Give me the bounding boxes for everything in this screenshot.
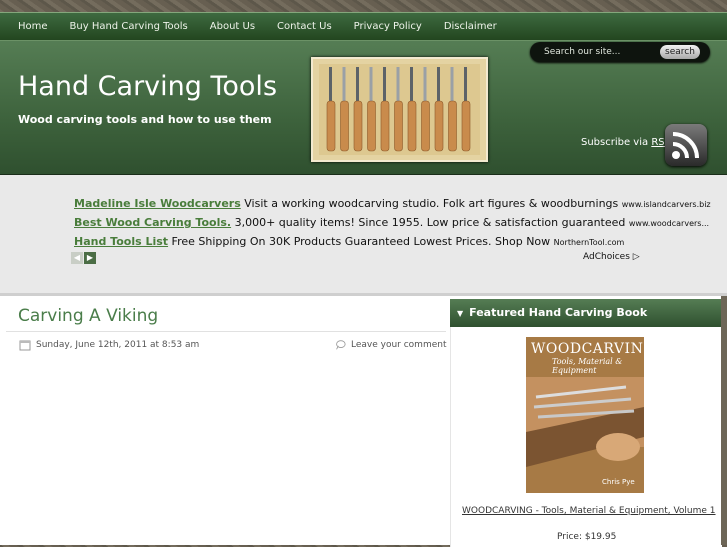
main-nav: Home Buy Hand Carving Tools About Us Con… <box>0 13 727 40</box>
post-title[interactable]: Carving A Viking <box>18 306 158 326</box>
site-title[interactable]: Hand Carving Tools <box>18 71 277 102</box>
site-description: Wood carving tools and how to use them <box>18 113 272 126</box>
rss-icon[interactable] <box>665 124 707 166</box>
book-price: Price: $19.95 <box>557 532 617 542</box>
book-link[interactable]: WOODCARVING - Tools, Material & Equipmen… <box>462 506 716 516</box>
sidebar-heading-text: Featured Hand Carving Book <box>469 306 648 319</box>
page-edge <box>721 296 727 545</box>
book-cover-author: Chris Pye <box>602 478 635 486</box>
post-date-text: Sunday, June 12th, 2011 at 8:53 am <box>36 340 200 350</box>
leave-comment-link[interactable]: Leave your comment <box>334 339 447 351</box>
nav-item-privacy-policy[interactable]: Privacy Policy <box>354 21 422 32</box>
ad-link[interactable]: Best Wood Carving Tools. <box>74 216 231 229</box>
post-date: Sunday, June 12th, 2011 at 8:53 am <box>19 339 199 351</box>
nav-item-disclaimer[interactable]: Disclaimer <box>444 21 497 32</box>
sidebar-heading: ▼ Featured Hand Carving Book <box>450 299 721 328</box>
ad-url[interactable]: www.woodcarvers... <box>629 219 709 228</box>
ad-link[interactable]: Madeline Isle Woodcarvers <box>74 197 241 210</box>
book-cover-title: WOODCARVING <box>531 341 644 357</box>
subscribe-text: Subscribe via RSS <box>581 137 671 148</box>
nav-item-about-us[interactable]: About Us <box>210 21 255 32</box>
ad-url[interactable]: NorthernTool.com <box>554 238 625 247</box>
nav-item-buy-tools[interactable]: Buy Hand Carving Tools <box>70 21 188 32</box>
ad-link[interactable]: Hand Tools List <box>74 235 168 248</box>
book-cover-subtitle: Tools, Material & Equipment <box>552 357 623 375</box>
ad-prev-icon[interactable]: ◀ <box>71 252 83 264</box>
ad-text: Visit a working woodcarving studio. Folk… <box>240 197 622 210</box>
search-button[interactable]: search <box>660 45 700 59</box>
ad-text: Free Shipping On 30K Products Guaranteed… <box>168 235 554 248</box>
main-content: Carving A Viking Sunday, June 12th, 2011… <box>0 296 727 547</box>
carving-tools-header-image <box>311 57 488 162</box>
search-input[interactable] <box>544 46 654 58</box>
ad-item: Hand Tools List Free Shipping On 30K Pro… <box>74 235 624 248</box>
ad-item: Madeline Isle Woodcarvers Visit a workin… <box>74 197 711 210</box>
book-cover-image[interactable]: WOODCARVING Tools, Material & Equipment … <box>526 337 644 493</box>
top-nav-bar: Home Buy Hand Carving Tools About Us Con… <box>0 12 727 41</box>
ad-url[interactable]: www.islandcarvers.biz <box>622 200 711 209</box>
nav-item-contact-us[interactable]: Contact Us <box>277 21 332 32</box>
ad-item: Best Wood Carving Tools. 3,000+ quality … <box>74 216 709 229</box>
comment-icon <box>336 340 346 350</box>
triangle-down-icon: ▼ <box>457 309 464 318</box>
ad-next-icon[interactable]: ▶ <box>84 252 96 264</box>
featured-book-widget: WOODCARVING Tools, Material & Equipment … <box>450 327 722 547</box>
nav-item-home[interactable]: Home <box>18 21 48 32</box>
leave-comment-text: Leave your comment <box>351 340 447 350</box>
ad-text: 3,000+ quality items! Since 1955. Low pr… <box>231 216 629 229</box>
adchoices-label: AdChoices <box>583 252 630 262</box>
search-box: search <box>530 42 710 62</box>
ad-section: Madeline Isle Woodcarvers Visit a workin… <box>0 175 727 296</box>
calendar-icon <box>19 340 31 351</box>
adchoices-link[interactable]: AdChoices ▷ <box>583 252 640 262</box>
adchoices-icon: ▷ <box>632 252 640 262</box>
site-header: Hand Carving Tools Wood carving tools an… <box>0 40 727 176</box>
subscribe-label: Subscribe via <box>581 137 652 148</box>
ad-pager: ◀ ▶ <box>71 252 97 265</box>
divider <box>6 331 446 332</box>
